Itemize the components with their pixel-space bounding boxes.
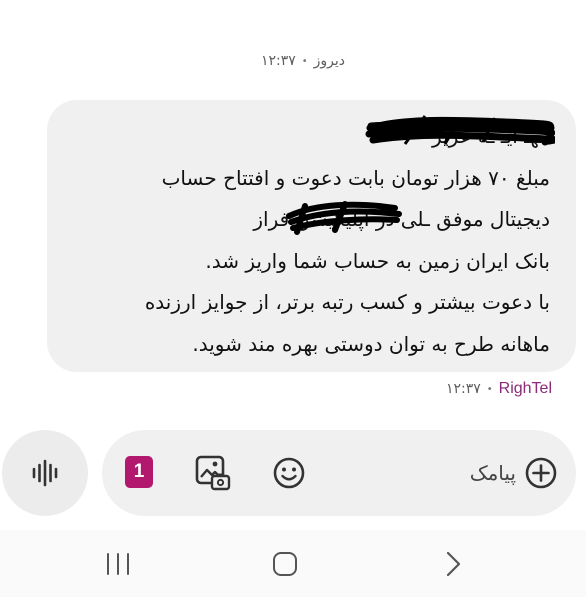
sim-selector[interactable]: 1 [125, 456, 153, 488]
message-composer: 1 [102, 430, 576, 516]
message-bubble[interactable]: مهـ آیـ ـه عزیز مبلغ ۷۰ هزار تومان بابت … [47, 100, 576, 372]
message-meta: RighTel • ۱۲:۳۷ [446, 380, 552, 398]
sender-name: RighTel [498, 380, 552, 397]
smiley-icon[interactable] [272, 456, 306, 490]
voice-waveform-icon [32, 459, 58, 487]
message-line: مهـ آیـ ـه عزیز [432, 124, 550, 148]
back-chevron-icon[interactable] [440, 550, 468, 578]
date-separator: دیروز • ۱۲:۳۷ [0, 50, 586, 72]
message-line: مبلغ ۷۰ هزار تومان بابت دعوت و افتتاح حس… [161, 165, 550, 190]
add-circle-icon[interactable] [524, 456, 558, 490]
date-label: دیروز [313, 53, 346, 69]
voice-input-button[interactable] [2, 430, 88, 516]
separator-dot: • [486, 383, 493, 395]
message-input[interactable] [314, 452, 518, 494]
system-navigation-bar [0, 530, 586, 597]
gallery-attach-icon[interactable] [194, 454, 232, 492]
home-icon[interactable] [271, 550, 299, 578]
message-line: دیجیتال موفق ـلی در اپلیکیشن فراز [253, 207, 550, 231]
message-line: بانک ایران زمین به حساب شما واریز شد. [205, 248, 550, 273]
date-time: ۱۲:۳۷ [260, 53, 296, 69]
message-text: مهـ آیـ ـه عزیز مبلغ ۷۰ هزار تومان بابت … [80, 116, 550, 365]
message-time: ۱۲:۳۷ [445, 381, 481, 397]
separator-dot: • [301, 55, 308, 67]
message-line: با دعوت بیشتر و کسب رتبه برتر، از جوایز … [144, 290, 550, 314]
recents-icon[interactable] [104, 550, 132, 578]
message-line: ماهانه طرح به توان دوستی بهره مند شوید. [192, 331, 550, 356]
